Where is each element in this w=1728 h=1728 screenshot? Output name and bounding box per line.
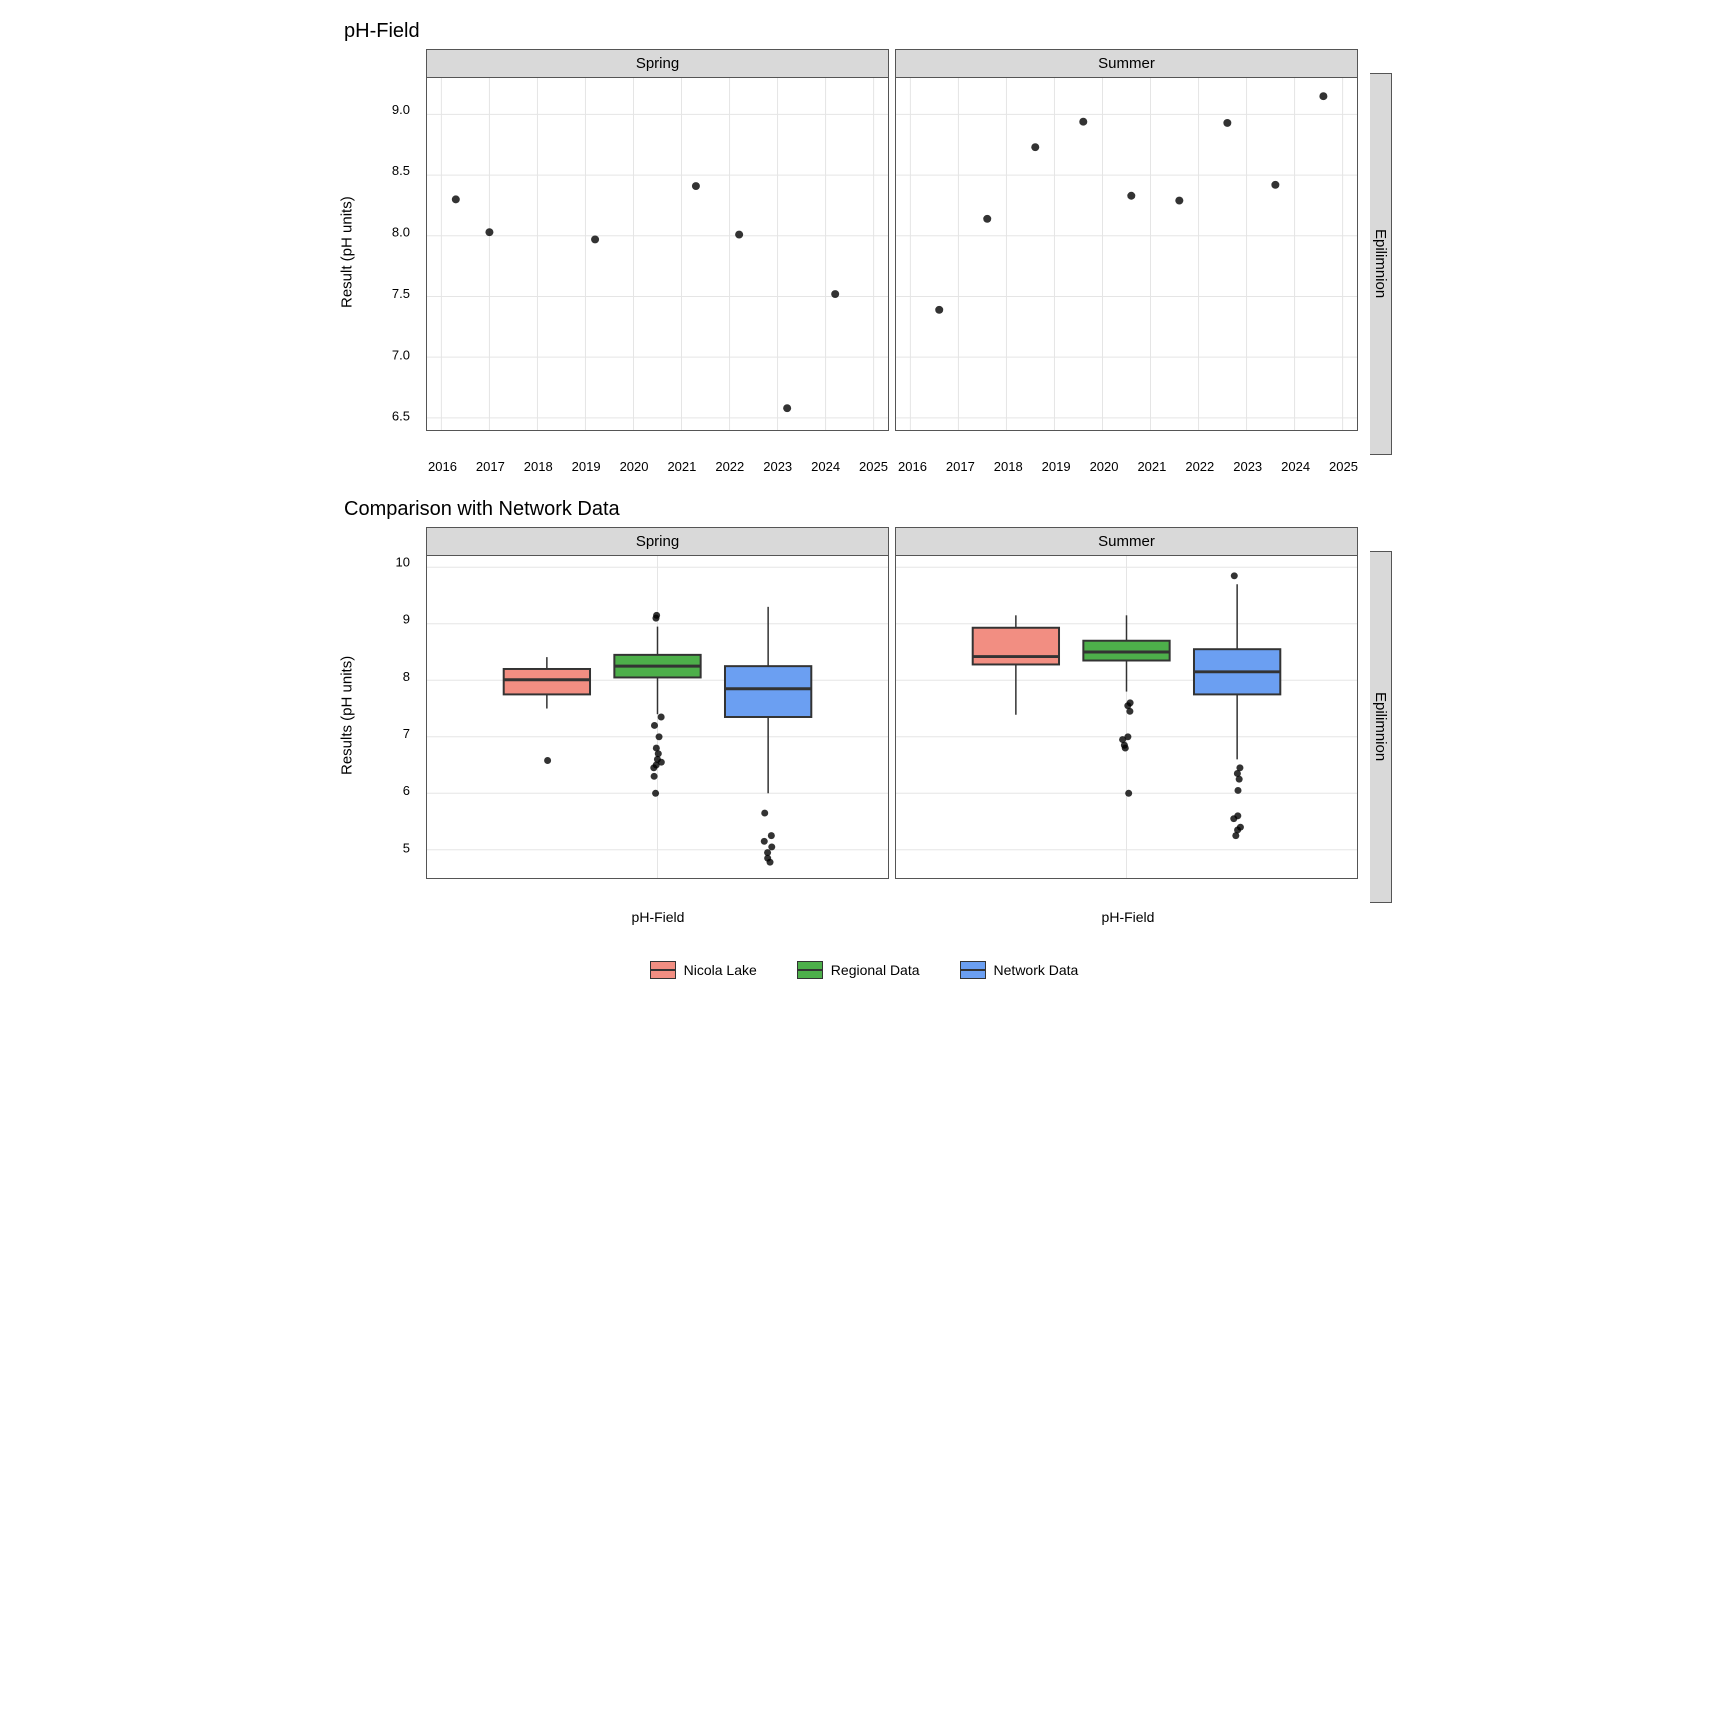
svg-text:7.5: 7.5 [392, 286, 410, 301]
legend-swatch [650, 961, 676, 979]
facet-strip: Spring [427, 50, 888, 78]
legend-swatch [960, 961, 986, 979]
top-y-tick-labels: 6.5 7.0 7.5 8.0 8.5 9.0 [370, 49, 414, 455]
chart-page: pH-Field Result (pH units) 6.5 7.0 7.5 8.0 8… [316, 0, 1412, 1019]
top-chart-title: pH-Field [344, 20, 1392, 43]
legend-label: Regional Data [831, 962, 920, 978]
top-strip-right: Epilimnion [1370, 73, 1392, 455]
bottom-facets: Spring Summer [426, 527, 1358, 903]
svg-text:6: 6 [403, 783, 410, 798]
bottom-y-axis-label: Results (pH units) [336, 527, 358, 903]
facet-strip: Summer [896, 528, 1357, 556]
bottom-chart-row: Results (pH units) 5678910 SpringSummer … [336, 527, 1392, 903]
bottom-y-tick-labels: 5 6 7 8 9 10 [370, 527, 414, 903]
legend: Nicola Lake Regional Data Network Data [336, 961, 1392, 979]
svg-text:6.5: 6.5 [392, 409, 410, 424]
top-facet-summer: Summer [895, 49, 1358, 431]
bottom-x-axis: pH-FieldpH-Field [426, 903, 1360, 925]
svg-text:9: 9 [403, 612, 410, 627]
bottom-xaxis-row: pH-FieldpH-Field [336, 903, 1392, 925]
top-x-axis: 2016201720182019202020212022202320242025… [426, 455, 1360, 474]
legend-item: Network Data [960, 961, 1079, 979]
bottom-facet-summer: Summer [895, 527, 1358, 879]
svg-text:8.5: 8.5 [392, 163, 410, 178]
facet-strip: Summer [896, 50, 1357, 78]
top-facets: Spring Summer [426, 49, 1358, 455]
legend-label: Nicola Lake [684, 962, 757, 978]
legend-label: Network Data [994, 962, 1079, 978]
legend-item: Nicola Lake [650, 961, 757, 979]
svg-text:8: 8 [403, 669, 410, 684]
svg-text:7: 7 [403, 726, 410, 741]
svg-text:10: 10 [396, 554, 410, 569]
bottom-facet-spring: Spring [426, 527, 889, 879]
top-xaxis-row: 2016201720182019202020212022202320242025… [336, 455, 1392, 474]
legend-item: Regional Data [797, 961, 920, 979]
legend-swatch [797, 961, 823, 979]
svg-text:5: 5 [403, 840, 410, 855]
svg-text:9.0: 9.0 [392, 102, 410, 117]
bottom-chart-title: Comparison with Network Data [344, 498, 1392, 521]
facet-strip: Spring [427, 528, 888, 556]
bottom-strip-right: Epilimnion [1370, 551, 1392, 903]
svg-text:8.0: 8.0 [392, 225, 410, 240]
svg-text:7.0: 7.0 [392, 347, 410, 362]
top-facet-spring: Spring [426, 49, 889, 431]
top-y-axis-label: Result (pH units) [336, 49, 358, 455]
top-chart-row: Result (pH units) 6.5 7.0 7.5 8.0 8.5 9.0 Spr… [336, 49, 1392, 455]
